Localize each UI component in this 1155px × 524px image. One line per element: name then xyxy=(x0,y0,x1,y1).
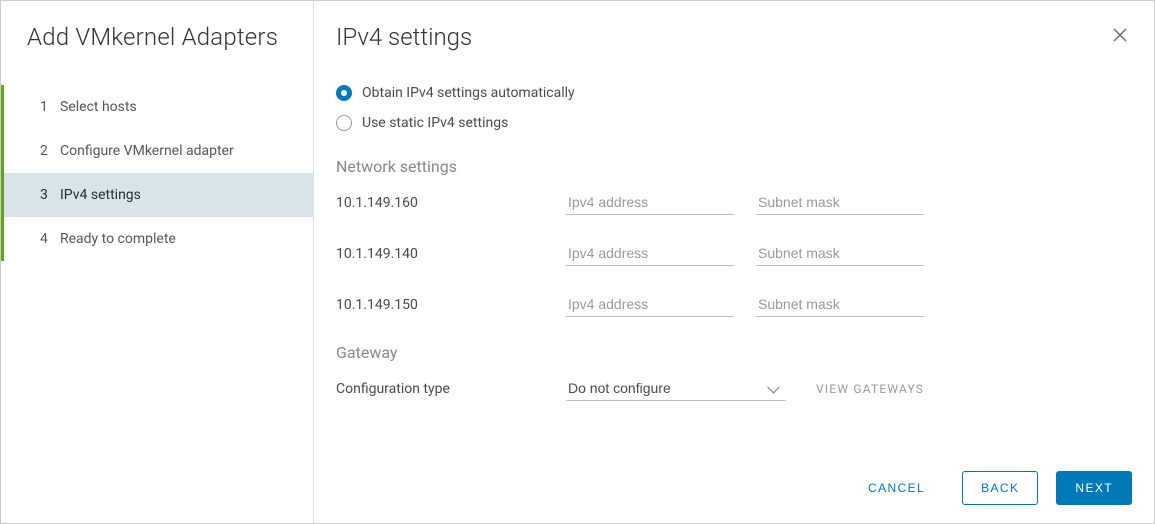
gateway-heading: Gateway xyxy=(336,343,1132,362)
next-button[interactable]: NEXT xyxy=(1056,471,1132,505)
page-title: IPv4 settings xyxy=(336,23,472,51)
radio-use-static[interactable]: Use static IPv4 settings xyxy=(336,115,1132,131)
radio-icon xyxy=(336,85,352,101)
view-gateways-link[interactable]: VIEW GATEWAYS xyxy=(816,382,924,396)
step-ipv4-settings[interactable]: 3 IPv4 settings xyxy=(4,173,313,217)
step-number: 1 xyxy=(40,99,50,115)
step-configure-adapter[interactable]: 2 Configure VMkernel adapter xyxy=(4,129,313,173)
wizard-sidebar: Add VMkernel Adapters 1 Select hosts 2 C… xyxy=(1,1,314,523)
wizard-title: Add VMkernel Adapters xyxy=(27,23,313,51)
subnet-mask-input[interactable] xyxy=(756,190,924,215)
network-row: 10.1.149.150 xyxy=(336,292,1132,317)
step-ready-to-complete[interactable]: 4 Ready to complete xyxy=(4,217,313,261)
gateway-config-label: Configuration type xyxy=(336,381,566,397)
radio-label: Obtain IPv4 settings automatically xyxy=(362,85,575,101)
step-number: 2 xyxy=(40,143,50,159)
ipv4-address-input[interactable] xyxy=(566,190,734,215)
content-scroll[interactable]: Obtain IPv4 settings automatically Use s… xyxy=(314,65,1154,456)
step-label: Configure VMkernel adapter xyxy=(60,143,234,159)
close-button[interactable] xyxy=(1108,23,1132,47)
step-label: Select hosts xyxy=(60,99,137,115)
wizard-dialog: Add VMkernel Adapters 1 Select hosts 2 C… xyxy=(0,0,1155,524)
gateway-config-select[interactable]: Do not configure xyxy=(566,376,786,401)
radio-obtain-auto[interactable]: Obtain IPv4 settings automatically xyxy=(336,85,1132,101)
network-row: 10.1.149.160 xyxy=(336,190,1132,215)
wizard-steps: 1 Select hosts 2 Configure VMkernel adap… xyxy=(1,85,313,261)
radio-label: Use static IPv4 settings xyxy=(362,115,508,131)
host-label: 10.1.149.160 xyxy=(336,195,566,215)
subnet-mask-input[interactable] xyxy=(756,292,924,317)
host-label: 10.1.149.150 xyxy=(336,297,566,317)
network-settings-heading: Network settings xyxy=(336,157,1132,176)
step-label: IPv4 settings xyxy=(60,187,141,203)
network-row: 10.1.149.140 xyxy=(336,241,1132,266)
main-panel: IPv4 settings Obtain IPv4 settings autom… xyxy=(314,1,1154,523)
back-button[interactable]: BACK xyxy=(962,471,1038,505)
gateway-select-wrap: Do not configure xyxy=(566,376,786,401)
subnet-mask-input[interactable] xyxy=(756,241,924,266)
step-number: 4 xyxy=(40,231,50,247)
host-label: 10.1.149.140 xyxy=(336,246,566,266)
radio-icon xyxy=(336,115,352,131)
main-header: IPv4 settings xyxy=(314,1,1154,51)
dialog-footer: CANCEL BACK NEXT xyxy=(314,456,1154,523)
ipv4-address-input[interactable] xyxy=(566,241,734,266)
step-select-hosts[interactable]: 1 Select hosts xyxy=(4,85,313,129)
step-number: 3 xyxy=(40,187,50,203)
gateway-row: Configuration type Do not configure VIEW… xyxy=(336,376,1132,401)
content-spacer xyxy=(336,401,1132,441)
dialog-body: Add VMkernel Adapters 1 Select hosts 2 C… xyxy=(1,1,1154,523)
step-label: Ready to complete xyxy=(60,231,176,247)
close-icon xyxy=(1113,28,1127,42)
ipv4-address-input[interactable] xyxy=(566,292,734,317)
cancel-button[interactable]: CANCEL xyxy=(849,471,944,505)
